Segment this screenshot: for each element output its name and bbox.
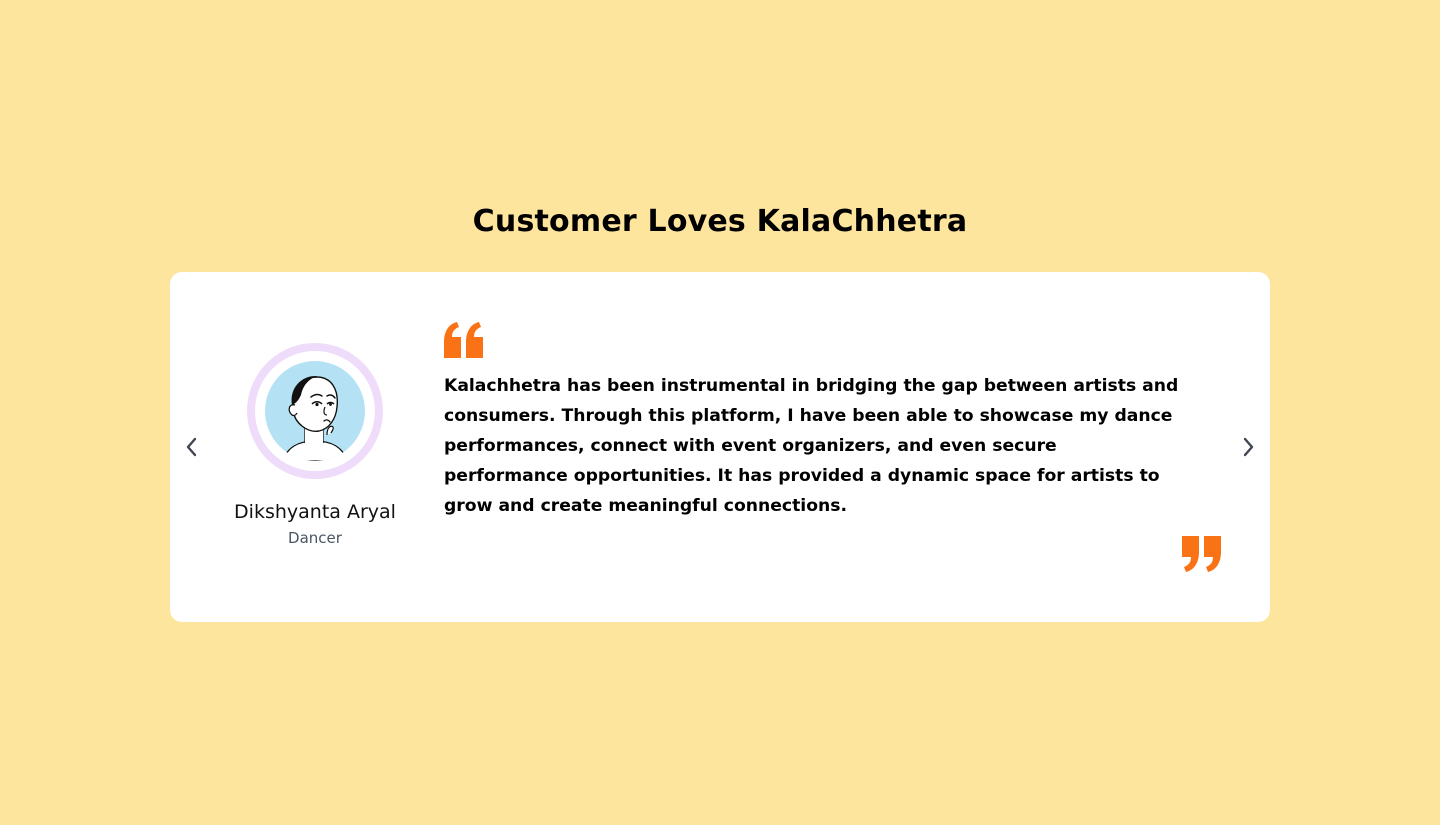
quote-open-icon bbox=[444, 322, 484, 358]
avatar bbox=[247, 343, 383, 479]
chevron-left-icon bbox=[186, 437, 197, 457]
author-role: Dancer bbox=[288, 529, 342, 547]
quote-close-icon bbox=[1181, 536, 1221, 572]
testimonial-card: Dikshyanta Aryal Dancer Kalachhetra has … bbox=[170, 272, 1270, 622]
carousel-prev-button[interactable] bbox=[177, 432, 207, 462]
carousel-next-button[interactable] bbox=[1233, 432, 1263, 462]
avatar-illustration bbox=[265, 361, 365, 461]
author-name: Dikshyanta Aryal bbox=[234, 501, 396, 523]
section-heading: Customer Loves KalaChhetra bbox=[472, 204, 968, 239]
testimonial-quote: Kalachhetra has been instrumental in bri… bbox=[444, 376, 1179, 516]
testimonials-section: Customer Loves KalaChhetra Dikshyanta Ar… bbox=[0, 0, 1440, 825]
chevron-right-icon bbox=[1243, 437, 1254, 457]
author-info: Dikshyanta Aryal Dancer bbox=[200, 498, 430, 549]
